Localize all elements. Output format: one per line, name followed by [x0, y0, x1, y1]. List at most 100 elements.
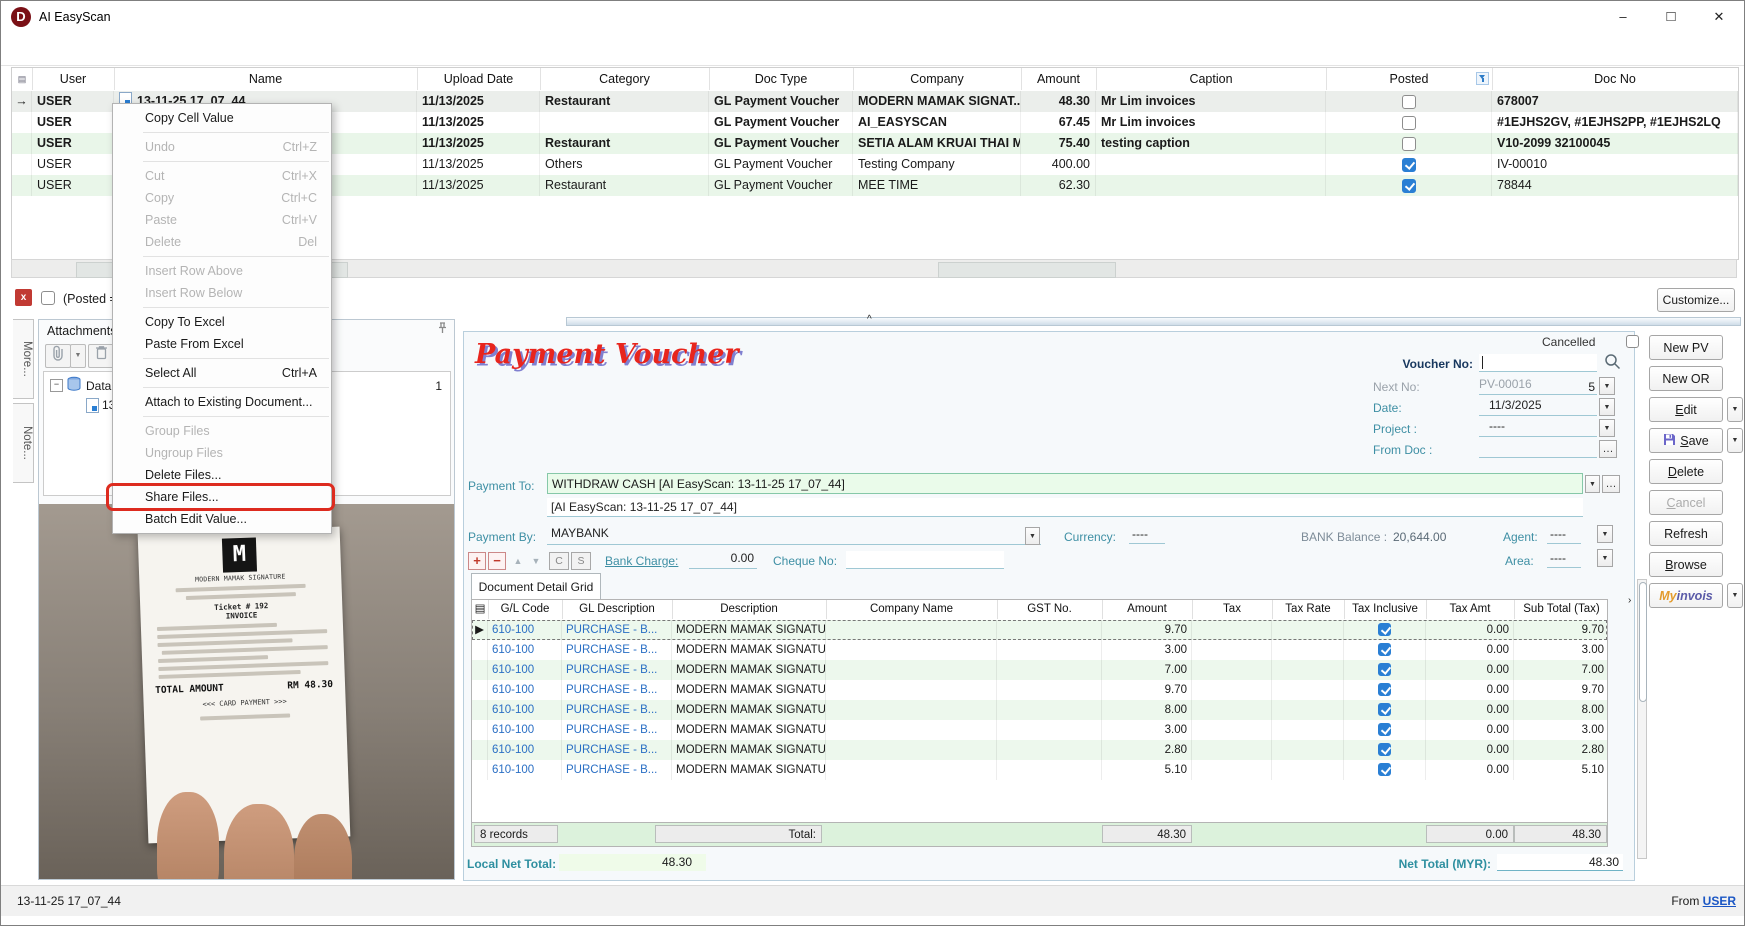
edit-button[interactable]: Edit [1649, 397, 1723, 422]
next-no-dropdown-icon[interactable] [1599, 377, 1615, 395]
from-doc-browse-button[interactable] [1599, 440, 1617, 458]
splitter-collapse-icon[interactable]: ^ [867, 314, 872, 325]
column-header-user[interactable]: User [32, 68, 115, 90]
cancelled-checkbox[interactable] [1626, 335, 1639, 348]
date-input[interactable]: 11/3/2025 [1479, 398, 1597, 416]
menu-item-share-files[interactable]: Share Files... [113, 486, 331, 508]
from-doc-input[interactable] [1479, 440, 1597, 458]
column-header-caption[interactable]: Caption [1096, 68, 1327, 90]
remove-row-button[interactable]: − [488, 552, 506, 570]
tree-collapse-icon[interactable]: − [50, 379, 63, 392]
table-row[interactable]: 610-100PURCHASE - B...MODERN MAMAK SIGNA… [472, 720, 1607, 740]
save-button[interactable]: Save [1649, 428, 1723, 453]
agent-dropdown-icon[interactable] [1597, 525, 1613, 543]
search-icon[interactable] [1603, 352, 1622, 374]
maximize-icon[interactable] [1648, 1, 1694, 33]
table-row[interactable]: 610-100PURCHASE - B...MODERN MAMAK SIGNA… [472, 660, 1607, 680]
attach-dropdown-icon[interactable]: ▼ [70, 344, 86, 368]
table-row[interactable]: 610-100PURCHASE - B...MODERN MAMAK SIGNA… [472, 700, 1607, 720]
s-button[interactable]: S [571, 552, 591, 570]
close-icon[interactable] [1696, 1, 1742, 33]
column-header-upload_date[interactable]: Upload Date [417, 68, 541, 90]
column-header-gst[interactable]: GST No. [997, 600, 1103, 619]
customize-button[interactable]: Customize... [1657, 288, 1735, 312]
browse-button[interactable]: Browse [1649, 552, 1723, 577]
column-header-desc[interactable]: Description [672, 600, 827, 619]
menu-item-batch-edit-value[interactable]: Batch Edit Value... [113, 508, 331, 530]
payment-by-combo[interactable]: MAYBANK [547, 526, 1041, 545]
tax-inclusive-checkbox[interactable] [1378, 723, 1391, 736]
payment-to-browse-button[interactable] [1602, 475, 1620, 493]
column-header-tax_incl[interactable]: Tax Inclusive [1344, 600, 1427, 619]
menu-item-select-all[interactable]: Select AllCtrl+A [113, 362, 331, 384]
menu-item-attach-to-existing-document[interactable]: Attach to Existing Document... [113, 391, 331, 413]
tab-document-detail-grid[interactable]: Document Detail Grid [471, 573, 601, 600]
delete-button[interactable]: Delete [1649, 459, 1723, 484]
attachment-preview-image[interactable]: M MODERN MAMAK SIGNATURE Ticket # 192 IN… [39, 504, 454, 879]
tax-inclusive-checkbox[interactable] [1378, 623, 1391, 636]
table-row[interactable]: 610-100PURCHASE - B...MODERN MAMAK SIGNA… [472, 640, 1607, 660]
column-header-tax_rate[interactable]: Tax Rate [1272, 600, 1345, 619]
filter-icon[interactable] [1476, 72, 1489, 85]
currency-value[interactable]: ---- [1129, 527, 1165, 544]
tax-inclusive-checkbox[interactable] [1378, 663, 1391, 676]
column-header-doc_type[interactable]: Doc Type [709, 68, 854, 90]
column-header-doc_no[interactable]: Doc No [1492, 68, 1739, 90]
from-user-link[interactable]: USER [1703, 894, 1736, 908]
column-header-gl_code[interactable]: G/L Code [488, 600, 563, 619]
menu-item-delete-files[interactable]: Delete Files... [113, 464, 331, 486]
payment-to-line2-input[interactable]: [AI EasyScan: 13-11-25 17_07_44] [547, 498, 1583, 517]
new-pv-button[interactable]: New PV [1649, 335, 1723, 360]
tax-inclusive-checkbox[interactable] [1378, 643, 1391, 656]
column-header-company[interactable]: Company [853, 68, 1022, 90]
column-header-name[interactable]: Name [114, 68, 418, 90]
column-header-gl_desc[interactable]: GL Description [562, 600, 673, 619]
minimize-icon[interactable] [1600, 1, 1646, 33]
detail-vscrollbar[interactable] [1637, 579, 1647, 859]
project-dropdown-icon[interactable] [1599, 419, 1615, 437]
save-dropdown-icon[interactable] [1727, 428, 1743, 453]
filter-close-button[interactable]: x [15, 289, 32, 306]
delete-attachment-button[interactable] [88, 344, 114, 368]
filter-checkbox[interactable] [41, 291, 55, 305]
tab-note[interactable]: Note... [13, 403, 34, 483]
column-header-sub_total[interactable]: Sub Total (Tax) [1514, 600, 1608, 619]
payment-by-dropdown-icon[interactable] [1025, 527, 1040, 545]
posted-checkbox[interactable] [1402, 137, 1416, 151]
panel-collapse-icon[interactable]: › [1628, 595, 1631, 606]
move-down-icon[interactable]: ▼ [527, 552, 545, 570]
horizontal-splitter[interactable] [566, 317, 1741, 326]
myinvois-dropdown-icon[interactable] [1727, 583, 1743, 608]
column-header-category[interactable]: Category [540, 68, 710, 90]
table-row[interactable]: ▶610-100PURCHASE - B...MODERN MAMAK SIGN… [472, 620, 1607, 640]
area-dropdown-icon[interactable] [1597, 549, 1613, 567]
tax-inclusive-checkbox[interactable] [1378, 703, 1391, 716]
c-button[interactable]: C [549, 552, 569, 570]
new-or-button[interactable]: New OR [1649, 366, 1723, 391]
tax-inclusive-checkbox[interactable] [1378, 763, 1391, 776]
cheque-no-input[interactable] [846, 551, 1004, 569]
agent-value[interactable]: ---- [1547, 527, 1581, 544]
voucher-no-input[interactable] [1479, 354, 1597, 372]
column-header-posted[interactable]: Posted [1326, 68, 1493, 90]
area-value[interactable]: ---- [1547, 551, 1581, 568]
vscroll-thumb[interactable] [1639, 582, 1647, 702]
hscroll-thumb[interactable] [938, 262, 1116, 278]
menu-item-paste-from-excel[interactable]: Paste From Excel [113, 333, 331, 355]
refresh-button[interactable]: Refresh [1649, 521, 1723, 546]
menu-item-copy-to-excel[interactable]: Copy To Excel [113, 311, 331, 333]
posted-checkbox[interactable] [1402, 95, 1416, 109]
column-header-amount[interactable]: Amount [1102, 600, 1193, 619]
attach-file-button[interactable] [45, 344, 71, 368]
bank-charge-input[interactable]: 0.00 [689, 551, 757, 569]
tax-inclusive-checkbox[interactable] [1378, 743, 1391, 756]
tab-more[interactable]: More... [13, 319, 34, 399]
date-dropdown-icon[interactable] [1599, 398, 1615, 416]
column-header-tax[interactable]: Tax [1192, 600, 1273, 619]
pin-icon[interactable] [435, 321, 450, 339]
column-header-company[interactable]: Company Name [826, 600, 998, 619]
table-row[interactable]: 610-100PURCHASE - B...MODERN MAMAK SIGNA… [472, 760, 1607, 780]
payment-to-dropdown-icon[interactable] [1585, 475, 1600, 493]
tax-inclusive-checkbox[interactable] [1378, 683, 1391, 696]
column-header-amount[interactable]: Amount [1021, 68, 1097, 90]
